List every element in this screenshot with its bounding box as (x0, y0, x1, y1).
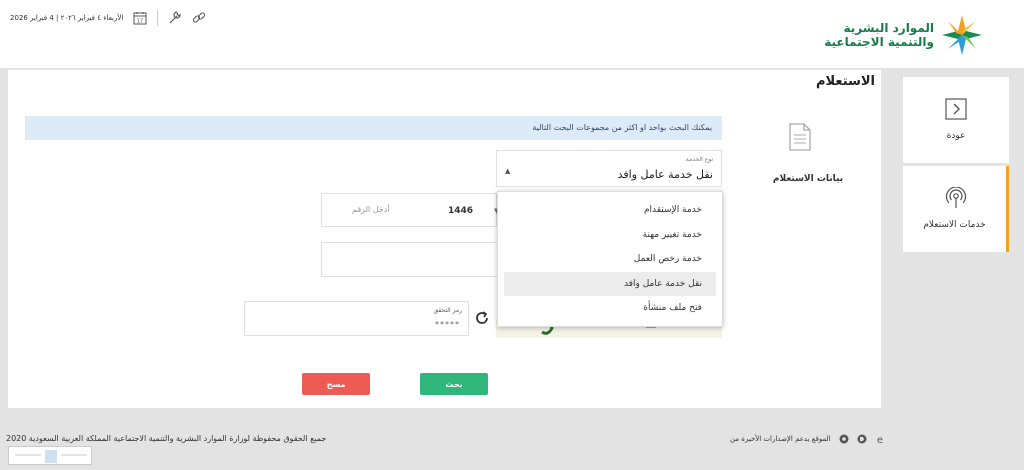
text-field[interactable]: ل (321, 242, 502, 277)
section-label: بيانات الاستعلام (772, 174, 844, 184)
svg-text:e: e (877, 435, 883, 444)
browsers-note: الموقع يدعم الإصدارات الأخيرة من (730, 435, 831, 443)
inquiry-services-card[interactable]: خدمات الاستعلام (903, 166, 1009, 252)
firefox-icon (857, 434, 867, 444)
service-type-dropdown[interactable]: خدمة الإستقدام خدمة تغيير مهنة خدمة رخص … (497, 191, 723, 327)
page-title: الاستعلام (816, 74, 875, 89)
chevron-right-icon (945, 98, 967, 120)
refresh-icon[interactable] (474, 310, 490, 326)
info-message: يمكنك البحث بواحد او اكثر من مجموعات الب… (25, 116, 722, 140)
dropdown-option-transfer-worker[interactable]: نقل خدمة عامل وافد (504, 271, 716, 296)
calendar-day: 17 (137, 19, 143, 25)
service-type-label: نوع الخدمة (685, 156, 713, 163)
header-tools: الأربعاء ٤ فبراير ٢٠٢٦ | 4 فبراير 2026 1… (10, 8, 206, 28)
document-icon (789, 123, 811, 151)
dropdown-option-profession-change[interactable]: خدمة تغيير مهنة (504, 223, 716, 248)
dropdown-option-recruitment[interactable]: خدمة الإستقدام (504, 198, 716, 223)
calendar-icon[interactable]: 17 (133, 11, 147, 25)
dropdown-option-open-establishment[interactable]: فتح ملف منشأة (504, 296, 716, 321)
inquiry-services-label: خدمات الاستعلام (923, 220, 986, 230)
wrench-icon[interactable] (168, 11, 182, 25)
current-date: الأربعاء ٤ فبراير ٢٠٢٦ | 4 فبراير 2026 (10, 14, 124, 22)
copyright-text: جميع الحقوق محفوظة لوزارة الموارد البشري… (6, 434, 327, 443)
chrome-icon (839, 434, 849, 444)
year-select[interactable]: 1446 (448, 206, 473, 216)
back-card[interactable]: عودة (903, 77, 1009, 163)
captcha-input[interactable]: رمز التحقق ***** (244, 301, 469, 336)
header-divider (157, 10, 159, 26)
caret-up-icon: ▲ (505, 167, 511, 175)
ministry-name: الموارد البشرية والتنمية الاجتماعية (824, 21, 934, 49)
ministry-logo-mark-icon (942, 15, 982, 55)
broadcast-icon (945, 187, 967, 208)
number-input[interactable]: أدخل الرقم (352, 205, 390, 214)
captcha-value: ***** (435, 320, 460, 329)
link-icon[interactable] (192, 11, 206, 25)
logo-line-1: الموارد البشرية (843, 21, 934, 35)
back-label: عودة (946, 131, 966, 141)
top-header: الموارد البشرية والتنمية الاجتماعية الأر… (0, 0, 1024, 68)
service-type-value: نقل خدمة عامل وافد (617, 168, 713, 181)
inquiry-panel: الاستعلام يمكنك البحث بواحد او اكثر من م… (8, 70, 881, 408)
clear-button[interactable]: مسح (302, 373, 370, 395)
ministry-logo[interactable]: الموارد البشرية والتنمية الاجتماعية (824, 12, 984, 58)
supported-browsers: الموقع يدعم الإصدارات الأخيرة من e (730, 434, 885, 444)
internet-explorer-icon: e (877, 435, 883, 444)
footer: جميع الحقوق محفوظة لوزارة الموارد البشري… (0, 410, 1024, 465)
dropdown-option-work-permits[interactable]: خدمة رخص العمل (504, 247, 716, 272)
captcha-label: رمز التحقق (433, 307, 462, 314)
year-number-field[interactable]: ▼ 1446 أدخل الرقم (321, 193, 499, 227)
logo-line-2: والتنمية الاجتماعية (824, 35, 934, 49)
service-type-select[interactable]: نوع الخدمة نقل خدمة عامل وافد ▲ (496, 150, 722, 187)
search-button[interactable]: بحث (420, 373, 488, 395)
certification-badge (8, 446, 92, 465)
